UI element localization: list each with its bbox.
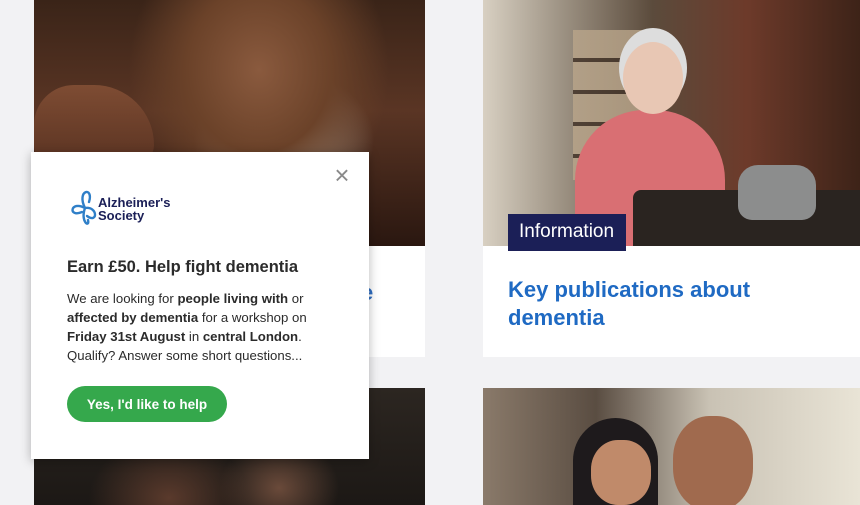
logo-text-line: Society: [98, 208, 145, 223]
close-icon[interactable]: ×: [331, 162, 353, 188]
article-card-key-publications[interactable]: Information Key publications about demen…: [483, 0, 860, 357]
survey-popup: × Alzheimer's Society Earn £50. Help fig…: [31, 152, 369, 459]
category-tag: Information: [508, 214, 627, 251]
body-text: in: [185, 329, 203, 344]
yes-help-button[interactable]: Yes, I'd like to help: [67, 386, 227, 422]
body-emphasis: Friday 31st August: [67, 329, 186, 344]
photo-detail: [623, 42, 683, 114]
photo-detail: [591, 440, 651, 505]
popup-body-text: We are looking for people living with or…: [67, 289, 342, 365]
body-text: for a workshop on: [198, 310, 307, 325]
article-card-4[interactable]: [483, 388, 860, 505]
popup-heading: Earn £50. Help fight dementia: [67, 258, 299, 276]
body-text: or: [288, 291, 304, 306]
body-text: We are looking for: [67, 291, 178, 306]
card-title[interactable]: Key publications about dementia: [508, 276, 838, 332]
photo-detail: [673, 416, 753, 505]
alzheimers-society-logo-icon: Alzheimer's Society: [68, 184, 208, 230]
body-emphasis: central London: [202, 329, 299, 344]
body-emphasis: affected by dementia: [67, 310, 199, 325]
photo-detail: [738, 165, 816, 220]
card-photo-elderly-woman[interactable]: [483, 0, 860, 246]
card-photo-couple[interactable]: [483, 388, 860, 505]
body-emphasis: people living with: [177, 291, 289, 306]
